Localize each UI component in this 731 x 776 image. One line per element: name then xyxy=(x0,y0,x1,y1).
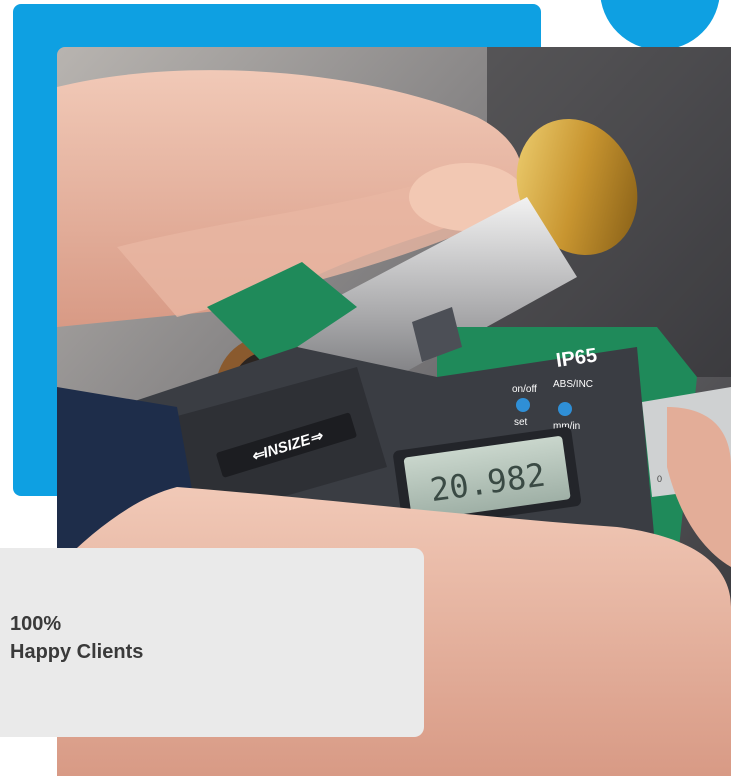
blue-decorative-blob xyxy=(600,0,720,50)
scale-number-0: 0 xyxy=(657,474,662,484)
stat-card: 100% Happy Clients xyxy=(0,548,424,737)
stat-value: 100% xyxy=(10,613,62,635)
stat-label: Happy Clients xyxy=(10,641,144,663)
button-2-top-label: ABS/INC xyxy=(553,379,593,390)
abs-inc-button xyxy=(558,402,572,416)
button-1-bottom-label: set xyxy=(514,417,528,428)
button-1-top-label: on/off xyxy=(512,384,537,395)
on-off-button xyxy=(516,398,530,412)
page: ⇐INSIZE⇒ IP65 on/off set ABS/INC mm/in 2… xyxy=(0,0,731,776)
